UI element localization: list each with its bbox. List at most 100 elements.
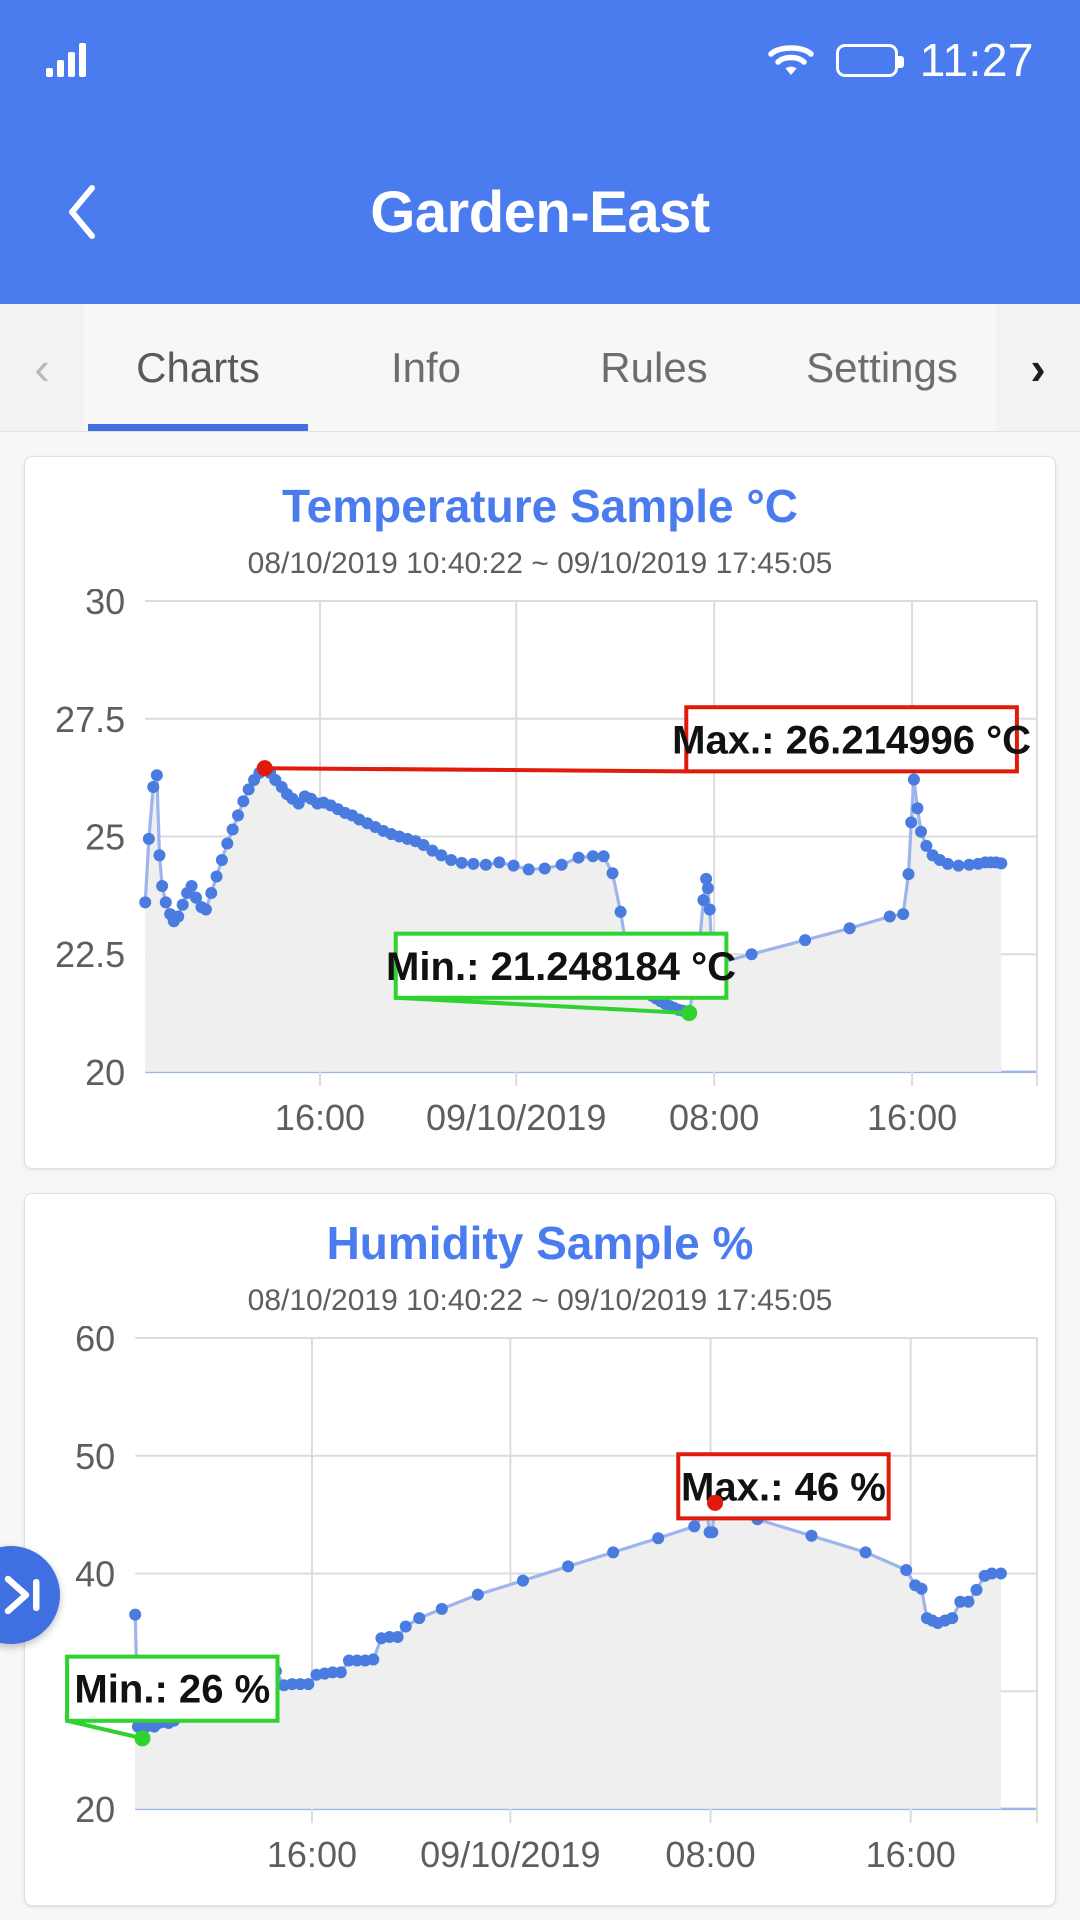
series-point [199,903,212,916]
series-point [302,1678,315,1691]
tab-scroll-right-button[interactable]: › [996,304,1080,431]
chart-date-range: 08/10/2019 10:40:22 ~ 09/10/2019 17:45:0… [247,1284,833,1318]
annotation-marker-max [707,1494,724,1511]
series-point [399,1620,412,1633]
y-axis-tick-label: 22.5 [55,934,125,975]
series-point [226,823,239,836]
series-point [147,780,160,793]
app-bar: Garden-East [0,120,1080,304]
series-point [139,896,152,909]
series-point [471,1588,484,1601]
x-axis-tick-label: 09/10/2019 [420,1834,600,1875]
chart-card-temperature: Temperature Sample °C 08/10/2019 10:40:2… [24,456,1056,1170]
skip-forward-icon [4,1575,40,1615]
status-bar-right: 11:27 [768,37,1034,83]
series-point [799,934,812,947]
cellular-signal-icon [46,43,86,77]
tab-bar: ‹ Charts Info Rules Settings › [0,304,1080,432]
series-point [232,809,245,822]
series-point [479,858,492,871]
chart-plot-temperature[interactable]: 20 22.5 25 27.5 30 16:00 09/10/2019 08:00 16:00 M… [25,589,1055,1150]
x-axis-tick-label: 08:00 [665,1834,755,1875]
y-axis-tick-label: 30 [85,589,125,622]
chart-date-range: 08/10/2019 10:40:22 ~ 09/10/2019 17:45:0… [247,547,833,580]
series-point [221,837,234,850]
series-point [516,1574,529,1587]
y-axis-tick-label: 27.5 [55,699,125,740]
annotation-label-min: Min.: 26 % [74,1668,270,1712]
series-point [185,879,198,892]
series-point [522,863,535,876]
series-point [413,1612,426,1625]
annotation-max: Max.: 26.214996 °C [256,705,1031,777]
series-point [915,825,928,838]
tab-charts[interactable]: Charts [84,304,312,431]
chart-title: Temperature Sample °C [281,480,799,532]
series-point [334,1666,347,1679]
series-point [703,903,716,916]
back-button[interactable] [24,152,144,272]
series-point [445,854,458,867]
series-point [176,898,189,911]
series-point [493,856,506,869]
series-point [995,857,1008,870]
series-point [994,1567,1007,1580]
tab-rules-label: Rules [600,343,708,391]
tab-settings-label: Settings [806,343,958,391]
y-axis-tick-label: 40 [75,1554,115,1595]
tab-info[interactable]: Info [312,304,540,431]
series-point [606,867,619,880]
charts-scroll-area[interactable]: Temperature Sample °C 08/10/2019 10:40:2… [0,456,1080,1920]
status-bar: 11:27 [0,0,1080,120]
series-point [150,769,163,782]
series-point [902,868,915,881]
tab-settings[interactable]: Settings [768,304,996,431]
annotation-marker-min [681,1005,698,1022]
series-point [859,1546,872,1559]
series-point [911,802,924,815]
tab-charts-label: Charts [136,343,260,391]
series-point [555,858,568,871]
tab-info-label: Info [390,343,462,391]
series-point [941,857,954,870]
series-point [507,859,520,872]
chart-card-humidity: Humidity Sample % 08/10/2019 10:40:22 ~ … [24,1193,1056,1907]
x-axis-tick-label: 08:00 [669,1097,759,1138]
series-point [172,910,185,923]
chart-title: Humidity Sample % [326,1217,754,1270]
series-point [607,1546,620,1559]
series-point [970,1583,983,1596]
series-point [897,908,910,921]
series-point [688,1520,701,1533]
tab-strip: Charts Info Rules Settings [84,304,996,431]
series-point [952,859,965,872]
series-point [562,1560,575,1573]
y-axis-tick-label: 25 [85,817,125,858]
series-point [586,850,599,863]
series-point [652,1532,665,1545]
tab-rules[interactable]: Rules [540,304,768,431]
y-axis-tick-label: 60 [75,1326,115,1359]
series-point [900,1564,913,1577]
chart-svg: 203040506016:0009/10/201908:0016:00Max.:… [65,1326,1038,1875]
tab-scroll-left-button[interactable]: ‹ [0,304,84,431]
status-bar-clock: 11:27 [919,34,1034,86]
series-point [843,922,856,935]
series-point [467,857,480,870]
chevron-left-icon [69,185,95,239]
series-point [455,856,468,869]
series-point [907,773,920,786]
series-point [435,1602,448,1615]
y-axis-tick-label: 20 [85,1052,125,1093]
chart-svg: 20 22.5 25 27.5 30 16:00 09/10/2019 08:00 16:00 M… [55,589,1038,1138]
series-point [915,1582,928,1595]
x-axis-tick-label: 09/10/2019 [426,1097,606,1138]
series-point [153,849,166,862]
series-point [391,1631,404,1644]
series-point [962,1595,975,1608]
series-point [205,886,218,899]
series-point [883,910,896,923]
chart-plot-humidity[interactable]: 203040506016:0009/10/201908:0016:00Max.:… [25,1326,1055,1887]
series-point [745,948,758,961]
status-bar-left [46,43,86,77]
